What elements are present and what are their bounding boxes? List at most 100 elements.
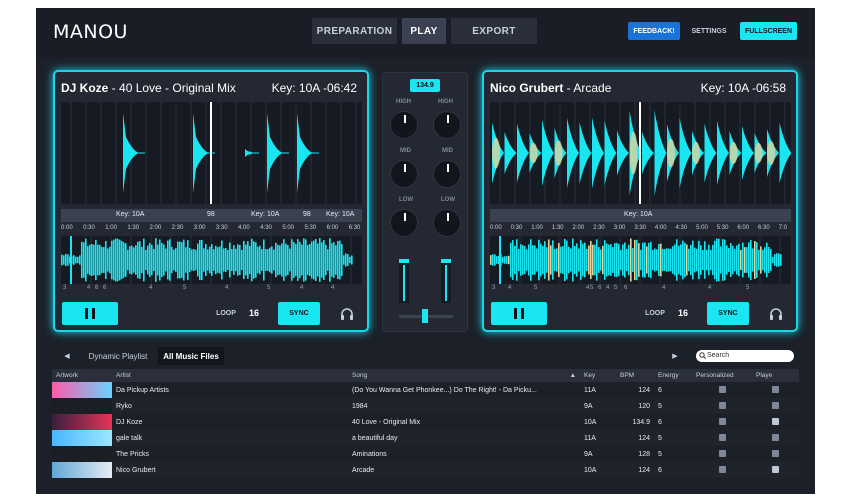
cue-marker[interactable]: 3 (63, 285, 66, 291)
col-bpm[interactable]: BPM (616, 369, 654, 382)
tab-all-music-files[interactable]: All Music Files (158, 347, 224, 365)
personalized-checkbox[interactable] (718, 434, 726, 442)
cue-marker[interactable]: 6 (624, 285, 627, 291)
timeline-tick: 5:30 (304, 225, 317, 231)
headphones-icon[interactable] (764, 304, 788, 324)
waveform-highlight (767, 140, 775, 166)
headphones-icon[interactable] (335, 304, 359, 324)
personalized-checkbox[interactable] (718, 450, 726, 458)
col-key[interactable]: Key (580, 369, 616, 382)
overview-bar (239, 245, 241, 275)
album-artwork (52, 446, 112, 462)
cue-marker[interactable]: 6 (598, 285, 601, 291)
table-row[interactable]: gale talk a beautiful day 11A 124 5 (52, 430, 799, 446)
song-cell: (Do You Wanna Get Phonkee...) Do The Rig… (348, 382, 580, 398)
cue-marker[interactable]: 4 (708, 285, 711, 291)
deck-a-cue-markers: 3466454544 (61, 284, 362, 294)
eq-mid-knob-b[interactable] (433, 160, 461, 188)
overview-bar (287, 244, 289, 276)
deck-a-sync-button[interactable]: SYNC (278, 302, 320, 325)
eq-low-knob-b[interactable] (433, 209, 461, 237)
overview-bar (67, 254, 69, 266)
timeline-tick: 6:30 (758, 225, 770, 231)
cue-marker[interactable]: 4 (331, 285, 334, 291)
eq-low-knob-a[interactable] (390, 209, 418, 237)
col-personalized[interactable]: Personalized (692, 369, 752, 382)
col-played[interactable]: Playe (752, 369, 799, 382)
cue-marker[interactable]: 4 (508, 285, 511, 291)
table-row[interactable]: Da Pickup Artists (Do You Wanna Get Phonk… (52, 382, 799, 398)
deck-b-timeline: 0:00 0:30 1:00 1:30 2:00 2:30 3:00 3:30 4:00 4:30… (490, 225, 791, 235)
cue-marker[interactable]: 4 (149, 285, 152, 291)
col-artwork[interactable]: Artwork (52, 369, 112, 382)
cue-marker[interactable]: 3 (492, 285, 495, 291)
played-checkbox[interactable] (772, 434, 779, 442)
col-energy[interactable]: Energy (654, 369, 692, 382)
deck-b-zoom-waveform[interactable] (490, 102, 791, 204)
personalized-checkbox[interactable] (718, 466, 726, 474)
deck-a-loop-button[interactable]: LOOP (210, 304, 242, 322)
played-checkbox[interactable] (772, 450, 779, 458)
cue-marker[interactable]: 4 (662, 285, 665, 291)
search-input[interactable]: Search (696, 350, 794, 362)
table-row[interactable]: DJ Koze 40 Love - Original Mix 10A 134.9 6 (52, 414, 799, 430)
tab-export[interactable]: EXPORT (451, 18, 537, 44)
crossfader[interactable] (399, 309, 453, 323)
cue-marker[interactable]: 5 (614, 285, 617, 291)
channel-fader-b[interactable] (441, 259, 451, 303)
personalized-cell (692, 398, 752, 414)
col-artist[interactable]: Artist (112, 369, 348, 382)
overview-bar (662, 248, 664, 272)
feedback-button[interactable]: FEEDBACK! (628, 22, 680, 40)
played-checkbox[interactable] (772, 402, 779, 410)
chevron-right-icon[interactable]: ▶ (666, 349, 684, 363)
channel-fader-a[interactable] (399, 259, 409, 303)
deck-b-sync-button[interactable]: SYNC (707, 302, 749, 325)
deck-a-loop-length[interactable]: 16 (249, 304, 259, 322)
deck-a-overview-waveform[interactable] (61, 236, 362, 284)
table-row[interactable]: Nico Grubert Arcade 10A 124 6 (52, 462, 799, 478)
overview-bar (171, 246, 173, 274)
personalized-checkbox[interactable] (718, 402, 726, 410)
cue-marker[interactable]: 5 (590, 285, 593, 291)
eq-high-knob-a[interactable] (390, 111, 418, 139)
eq-high-knob-b[interactable] (433, 111, 461, 139)
cue-marker[interactable]: 4 (586, 285, 589, 291)
deck-a-zoom-waveform[interactable] (61, 102, 362, 204)
deck-b-overview-waveform[interactable] (490, 236, 791, 284)
deck-b-pause-button[interactable] (491, 302, 547, 325)
deck-a-pause-button[interactable] (62, 302, 118, 325)
played-checkbox[interactable] (772, 418, 779, 426)
personalized-checkbox[interactable] (718, 418, 726, 426)
cue-marker[interactable]: 6 (95, 285, 98, 291)
tab-dynamic-playlist[interactable]: Dynamic Playlist (82, 347, 154, 365)
cue-marker[interactable]: 4 (606, 285, 609, 291)
overview-bar (319, 238, 321, 282)
cue-marker[interactable]: 6 (103, 285, 106, 291)
deck-b-loop-length[interactable]: 16 (678, 304, 688, 322)
table-row[interactable]: Ryko 1984 9A 120 5 (52, 398, 799, 414)
played-checkbox[interactable] (772, 386, 779, 394)
cue-marker[interactable]: 5 (183, 285, 186, 291)
cue-marker[interactable]: 5 (534, 285, 537, 291)
cue-marker[interactable]: 5 (746, 285, 749, 291)
tab-preparation[interactable]: PREPARATION (312, 18, 397, 44)
eq-mid-knob-a[interactable] (390, 160, 418, 188)
cue-marker[interactable]: 4 (300, 285, 303, 291)
overview-bar (604, 240, 606, 280)
fullscreen-button[interactable]: FULLSCREEN (740, 22, 797, 40)
tab-play[interactable]: PLAY (402, 18, 446, 44)
personalized-checkbox[interactable] (718, 386, 726, 394)
deck-b-loop-button[interactable]: LOOP (639, 304, 671, 322)
overview-bar (594, 244, 596, 276)
cue-marker[interactable]: 4 (87, 285, 90, 291)
chevron-left-icon[interactable]: ◀ (58, 349, 76, 363)
cue-marker[interactable]: 5 (267, 285, 270, 291)
eq-mid-label-b: MID (442, 148, 453, 154)
played-checkbox[interactable] (772, 466, 779, 474)
cue-marker[interactable]: 4 (225, 285, 228, 291)
overview-bar (580, 240, 582, 280)
settings-button[interactable]: SETTINGS (686, 22, 732, 40)
col-song[interactable]: Song ▲ (348, 369, 580, 382)
table-row[interactable]: The Pricks Aminations 9A 128 5 (52, 446, 799, 462)
